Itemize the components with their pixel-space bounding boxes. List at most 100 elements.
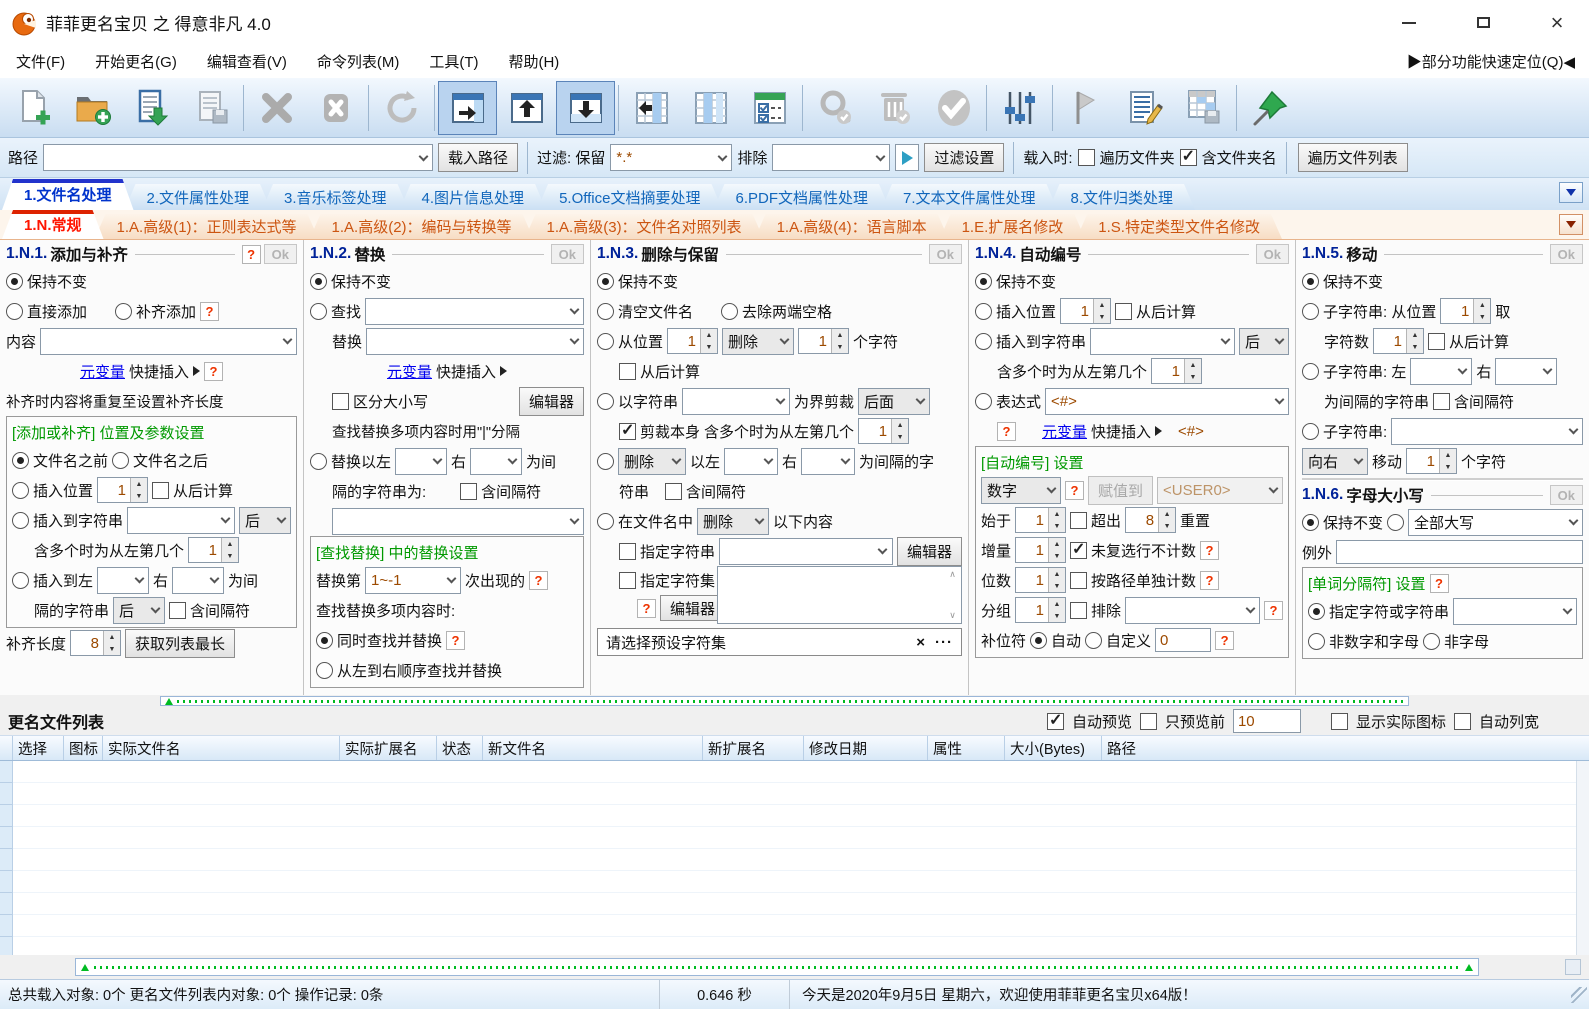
menu-start-rename[interactable]: 开始更名(G) [95,51,177,72]
help-button[interactable]: ? [1200,570,1220,590]
delete-between-radio[interactable] [597,452,614,470]
custom-pad-input[interactable]: 0 [1155,628,1212,652]
count-from-end-checkbox[interactable] [619,362,636,380]
panel-right-button[interactable] [438,80,497,135]
position-spinner[interactable]: 1 ▲ ▼ [667,328,719,354]
help-button[interactable]: ? [1215,630,1235,650]
help-button[interactable]: ? [997,421,1016,441]
charset-editor-button[interactable]: 编辑器 [660,595,726,621]
close-button[interactable]: × [1543,9,1571,37]
column-size-bytes[interactable]: 大小(Bytes) [1005,736,1102,760]
checklist-button[interactable] [740,81,799,135]
tab-pdf-attributes[interactable]: 6.PDF文档属性处理 [713,184,890,210]
help-button[interactable]: ? [446,630,466,650]
show-real-icon-checkbox[interactable] [1330,712,1348,730]
dropdown-arrow-icon[interactable] [278,329,296,354]
panel-list-splitter[interactable] [0,695,1589,707]
assign-to-button[interactable]: 赋值到 [1088,475,1154,505]
ok-indicator[interactable]: Ok [1549,244,1583,264]
help-button[interactable]: ? [1065,480,1084,500]
preview-first-checkbox[interactable] [1139,712,1157,730]
cut-side-combo[interactable]: 后面 [858,387,931,415]
scrollbar[interactable]: ∧ ∨ [946,569,959,621]
expression-radio[interactable] [975,392,992,410]
tab-office-summary[interactable]: 5.Office文档摘要处理 [537,184,722,210]
insert-between-radio[interactable] [12,571,29,589]
clear-name-radio[interactable] [597,302,614,320]
digits-spinner[interactable]: 1 ▲ ▼ [1015,567,1067,593]
before-after-combo[interactable]: 后 [239,506,291,534]
insert-to-string-combo[interactable] [1090,327,1235,355]
right-sep-combo[interactable] [470,447,523,475]
boundary-string-combo[interactable] [682,387,791,415]
keep-unchanged-radio[interactable] [310,272,327,290]
keep-unchanged-radio[interactable] [975,272,992,290]
help-button[interactable]: ? [1200,540,1220,560]
before-name-radio[interactable] [12,451,29,469]
vertical-scrollbar[interactable] [1576,761,1589,955]
help-button[interactable]: ? [200,301,220,321]
keep-unchanged-radio[interactable] [597,272,614,290]
trim-radio[interactable] [721,302,739,320]
column-modified-date[interactable]: 修改日期 [804,736,928,760]
help-button[interactable]: ? [637,598,656,618]
filter-exclude-combo[interactable] [772,144,891,171]
keep-unchanged-radio[interactable] [1302,513,1319,531]
non-alpha-radio[interactable] [1423,632,1441,650]
panel-up-button[interactable] [497,81,556,135]
subtab-normal[interactable]: 1.N.常规 [2,210,104,239]
include-folder-name-checkbox[interactable] [1179,146,1197,166]
column-select[interactable]: 选择 [13,736,64,760]
insert-pos-spinner[interactable]: 1 ▲ ▼ [1060,298,1112,324]
auto-column-width-checkbox[interactable] [1453,712,1471,730]
file-table-body[interactable] [0,761,1589,955]
between-replace-combo[interactable] [332,507,584,535]
multi-index-spinner[interactable]: 1 ▲ ▼ [858,418,910,444]
substring-pos-radio[interactable] [1302,302,1319,320]
keep-unchanged-radio[interactable] [6,272,23,290]
column-actual-extension[interactable]: 实际扩展名 [340,736,437,760]
tab-file-classify[interactable]: 8.文件归类处理 [1049,184,1196,210]
dropdown-arrow-icon[interactable] [414,145,432,170]
meta-variable-link[interactable]: 元变量 [387,361,432,382]
content-combo[interactable] [40,327,297,355]
direct-add-radio[interactable] [6,302,23,320]
insert-pos-spinner[interactable]: 1 ▲ ▼ [97,477,149,503]
left-sep-combo[interactable] [1410,357,1473,385]
sep-pos-combo[interactable]: 后 [113,596,166,624]
traverse-folders-checkbox[interactable] [1077,149,1095,166]
sliders-button[interactable] [990,81,1049,135]
left-sep-combo[interactable] [395,447,448,475]
count-spinner[interactable]: 1 ▲ ▼ [798,328,850,354]
column-status[interactable]: 状态 [437,736,483,760]
subtab-extension-modify[interactable]: 1.E.扩展名修改 [940,214,1086,239]
start-spinner[interactable]: 1 ▲ ▼ [1015,507,1067,533]
ok-indicator[interactable]: Ok [263,244,297,264]
include-sep-checkbox[interactable] [665,482,683,500]
column-new-filename[interactable]: 新文件名 [483,736,703,760]
file-rows-area[interactable] [13,761,1576,955]
meta-variable-link[interactable]: 元变量 [80,361,125,382]
meta-variable-link[interactable]: 元变量 [1042,421,1087,442]
preset-charset-combo[interactable]: 请选择预设字符集 × ··· [597,628,962,656]
column-actual-filename[interactable]: 实际文件名 [103,736,340,760]
substring-radio[interactable] [1302,422,1319,440]
case-sensitive-checkbox[interactable] [332,392,349,410]
tab-filename-processing[interactable]: 1.文件名处理 [2,179,134,210]
table-save-button[interactable] [1174,81,1233,135]
help-button[interactable]: ? [1429,573,1449,593]
refresh-button[interactable] [372,81,431,135]
char-count-spinner[interactable]: 1 ▲ ▼ [1373,328,1425,354]
from-position-radio[interactable] [597,332,614,350]
menu-tools[interactable]: 工具(T) [429,51,478,72]
substring-between-radio[interactable] [1302,362,1319,380]
clear-all-button[interactable] [306,81,365,135]
new-file-button[interactable] [4,81,63,135]
menu-file[interactable]: 文件(F) [16,51,65,72]
filter-settings-button[interactable]: 过滤设置 [924,143,1005,172]
insert-to-string-combo[interactable] [127,506,235,534]
count-from-end-checkbox[interactable] [1115,302,1133,320]
find-radio[interactable] [310,302,327,320]
edit-list-button[interactable] [1115,81,1174,135]
pad-length-spinner[interactable]: 8 ▲ ▼ [70,630,122,656]
